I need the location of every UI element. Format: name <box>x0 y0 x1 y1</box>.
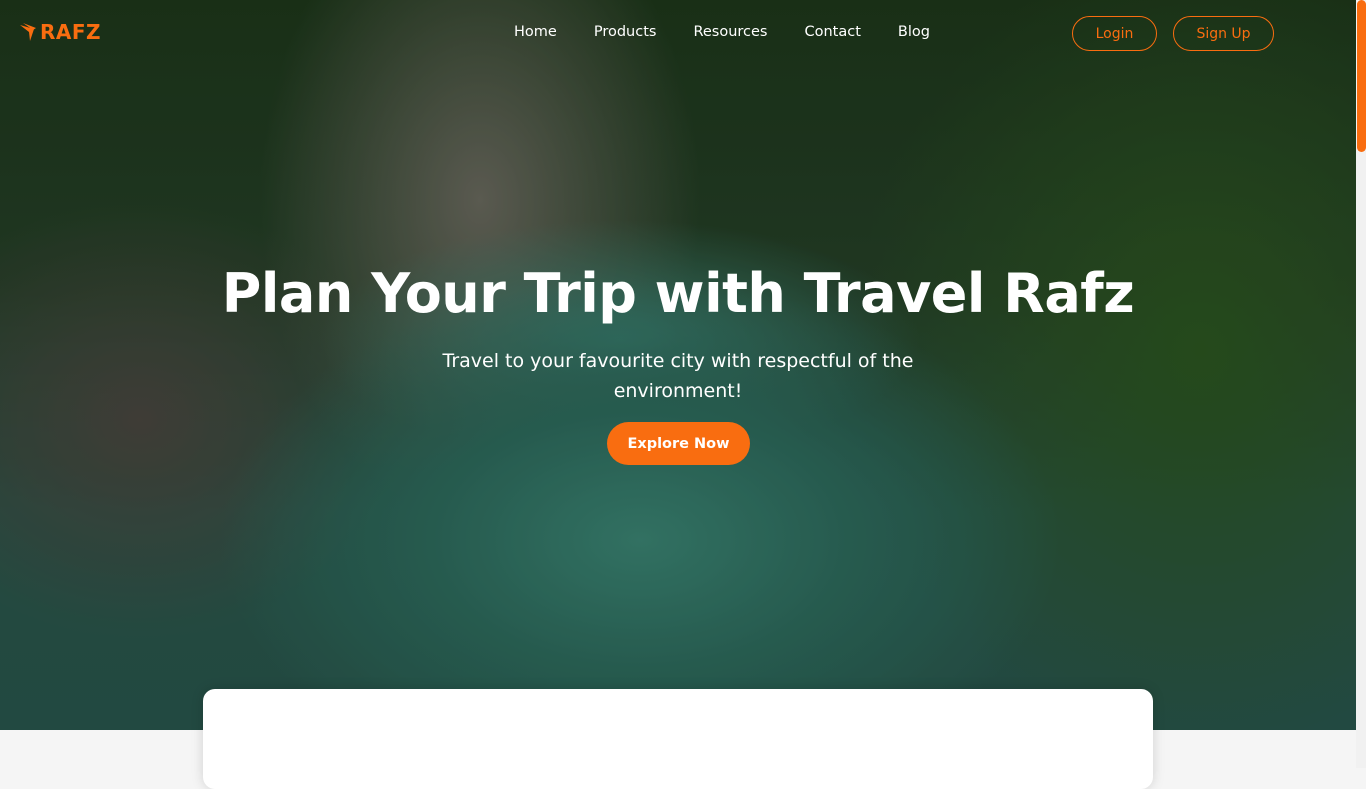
nav-contact[interactable]: Contact <box>805 24 861 40</box>
hero-subtitle: Travel to your favourite city with respe… <box>442 350 914 402</box>
nav-home[interactable]: Home <box>514 24 557 40</box>
login-button[interactable]: Login <box>1072 16 1157 51</box>
hero-title: Plan Your Trip with Travel Rafz <box>221 262 1135 325</box>
scrollbar[interactable] <box>1356 0 1366 768</box>
navbar: RAFZ Home Products Resources Contact Blo… <box>0 0 1356 66</box>
nav-products[interactable]: Products <box>594 24 657 40</box>
content-card <box>203 689 1153 789</box>
explore-now-button[interactable]: Explore Now <box>607 422 750 465</box>
signup-button[interactable]: Sign Up <box>1173 16 1274 51</box>
nav-links: Home Products Resources Contact Blog <box>514 24 930 40</box>
logo-text: RAFZ <box>40 20 102 44</box>
logo[interactable]: RAFZ <box>20 20 101 44</box>
bird-wing-icon <box>20 23 36 41</box>
nav-resources[interactable]: Resources <box>693 24 767 40</box>
nav-blog[interactable]: Blog <box>898 24 930 40</box>
scrollbar-thumb[interactable] <box>1357 0 1366 152</box>
